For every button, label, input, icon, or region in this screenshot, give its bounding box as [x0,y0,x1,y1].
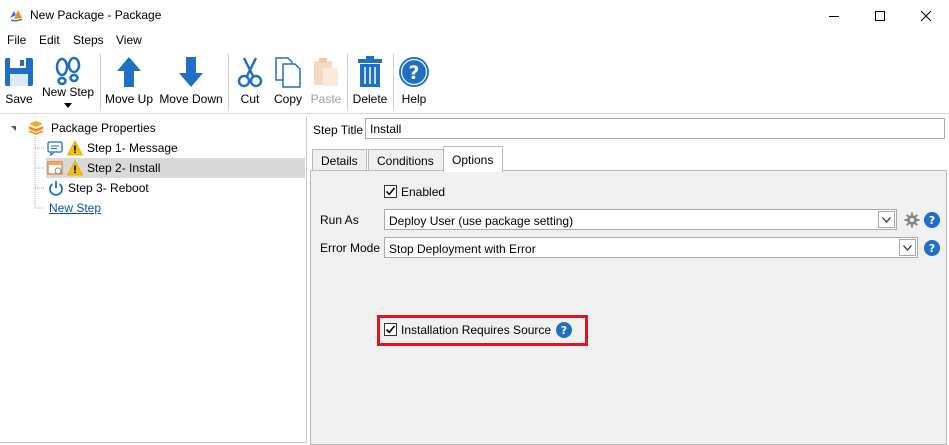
warning-icon [67,160,83,176]
message-icon [47,141,63,156]
tree-item-label: Package Properties [51,121,156,135]
move-down-button[interactable]: Move Down [157,54,225,110]
requires-source-checkbox[interactable] [384,323,397,336]
new-step-label: New Step [41,85,95,99]
step-title-label: Step Title [313,123,364,137]
toolbar-separator [100,54,101,110]
chevron-down-icon[interactable] [878,211,895,228]
tab-options[interactable]: Options [443,146,503,172]
checkmark-icon [385,187,396,196]
options-panel: Enabled Run As Deploy User (use package … [310,170,947,445]
cut-button[interactable]: Cut [233,54,267,110]
scissors-icon [237,57,263,88]
arrow-up-icon [117,57,141,87]
menu-steps[interactable]: Steps [73,33,104,47]
package-tree: Package Properties Step 1- Message Step … [0,117,307,443]
chevron-down-icon[interactable] [899,239,916,256]
run-as-select[interactable]: Deploy User (use package setting) [384,209,897,230]
error-mode-select[interactable]: Stop Deployment with Error [384,237,918,258]
tree-item-step-2[interactable]: Step 2- Install [46,158,305,178]
new-step-button[interactable]: New Step [40,54,96,110]
menu-view[interactable]: View [116,33,142,47]
install-icon [47,161,63,175]
move-up-button[interactable]: Move Up [103,54,155,110]
tree-item-step-3[interactable]: Step 3- Reboot [48,178,149,198]
error-mode-value: Stop Deployment with Error [389,242,536,256]
minimize-icon [829,15,839,17]
tab-details[interactable]: Details [312,149,367,171]
paste-button[interactable]: Paste [309,54,343,110]
step-title-input[interactable] [365,118,945,139]
copy-icon [275,57,301,88]
toolbar-separator [228,54,229,110]
help-icon: ? [399,57,429,87]
copy-button[interactable]: Copy [270,54,306,110]
new-step-link[interactable]: New Step [49,198,101,218]
arrow-down-icon [179,57,203,87]
help-label: Help [401,92,427,106]
close-button[interactable] [903,0,949,31]
trash-icon [358,56,382,87]
save-button[interactable]: Save [2,54,36,110]
step-editor: Step Title Details Conditions Options En… [310,117,949,445]
requires-source-label: Installation Requires Source [401,323,552,337]
tree-item-step-1[interactable]: Step 1- Message [47,138,305,158]
maximize-button[interactable] [857,0,903,31]
tab-conditions[interactable]: Conditions [368,149,444,171]
gear-icon[interactable] [904,212,920,228]
tree-item-label: Step 2- Install [87,161,161,175]
enabled-label: Enabled [401,185,446,199]
run-as-help-icon[interactable]: ? [924,212,940,228]
dropdown-arrow-icon [64,103,72,108]
delete-button[interactable]: Delete [351,54,389,110]
close-icon [920,10,932,21]
minimize-button[interactable] [811,0,857,31]
paste-icon [314,58,338,86]
power-icon [49,181,63,196]
move-down-label: Move Down [159,92,223,106]
menu-edit[interactable]: Edit [39,33,60,47]
new-step-link-label: New Step [49,201,102,215]
enabled-checkbox[interactable] [384,185,397,198]
svg-text:?: ? [408,62,419,84]
tree-item-package-properties[interactable]: Package Properties [28,118,156,138]
toolbar-separator [347,54,348,110]
error-mode-label: Error Mode [320,241,381,255]
warning-icon [67,140,83,156]
help-button[interactable]: ? Help [397,54,431,110]
cut-label: Cut [240,92,260,106]
run-as-label: Run As [320,213,359,227]
tree-item-label: Step 1- Message [87,141,178,155]
window-title: New Package - Package [30,8,162,22]
package-icon [28,121,44,135]
footsteps-icon [55,56,81,86]
save-icon [5,58,33,86]
tree-item-label: Step 3- Reboot [68,181,149,195]
paste-label: Paste [310,92,342,106]
menu-file[interactable]: File [7,33,26,47]
toolbar: Save New Step Move Up Move Down Cut Copy… [0,50,949,114]
checkmark-icon [385,325,396,334]
menu-bar: File Edit Steps View [0,31,949,50]
delete-label: Delete [352,92,388,106]
run-as-value: Deploy User (use package setting) [389,214,574,228]
maximize-icon [875,10,885,21]
move-up-label: Move Up [104,92,154,106]
title-bar: New Package - Package [0,0,949,31]
app-logo-icon [10,10,23,22]
save-label: Save [5,92,33,106]
copy-label: Copy [273,92,302,106]
requires-source-help-icon[interactable]: ? [556,322,572,338]
error-mode-help-icon[interactable]: ? [924,240,940,256]
toolbar-separator [393,54,394,110]
